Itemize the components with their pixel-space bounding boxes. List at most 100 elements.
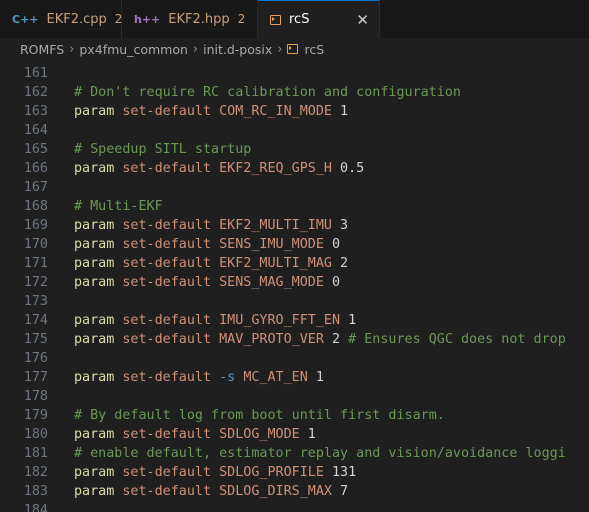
- code-line[interactable]: 182 param set-default SDLOG_PROFILE 131: [0, 463, 589, 482]
- line-number: 178: [23, 389, 48, 404]
- terminal-file-icon: [287, 44, 299, 54]
- code-line[interactable]: 163 param set-default COM_RC_IN_MODE 1: [0, 102, 589, 121]
- breadcrumb-item-px4fmu-common[interactable]: px4fmu_common: [79, 42, 187, 57]
- code-text: param set-default IMU_GYRO_FFT_EN 1: [74, 311, 356, 330]
- code-token: SENS_IMU_MODE: [219, 237, 324, 252]
- code-line[interactable]: 164: [0, 121, 589, 140]
- line-number: 179: [23, 408, 48, 423]
- code-text: # Speedup SITL startup: [74, 140, 251, 159]
- code-token: set-default: [114, 313, 220, 328]
- line-number: 182: [23, 465, 48, 480]
- code-line[interactable]: 161: [0, 64, 589, 83]
- code-token: 1: [340, 313, 357, 328]
- hpp-file-icon: h++: [134, 12, 161, 26]
- code-text: param set-default SDLOG_PROFILE 131: [74, 463, 356, 482]
- code-line[interactable]: 162 # Don't require RC calibration and co…: [0, 83, 589, 102]
- code-text: # Multi-EKF: [74, 197, 163, 216]
- cpp-file-icon: C++: [12, 12, 39, 26]
- line-number: 161: [23, 66, 48, 81]
- code-token: MC_AT_EN: [243, 370, 308, 385]
- line-number: 168: [23, 199, 48, 214]
- code-line[interactable]: 179 # By default log from boot until firs…: [0, 406, 589, 425]
- code-line[interactable]: 178: [0, 387, 589, 406]
- breadcrumb-item-rcs[interactable]: rcS: [304, 42, 324, 57]
- tab-ekf2-cpp[interactable]: C++ EKF2.cpp 2: [0, 0, 122, 38]
- code-token: param: [74, 237, 115, 252]
- line-number: 181: [23, 446, 48, 461]
- code-text: param set-default EKF2_MULTI_IMU 3: [74, 216, 348, 235]
- code-line[interactable]: 165 # Speedup SITL startup: [0, 140, 589, 159]
- line-number: 169: [23, 218, 48, 233]
- line-number: 173: [23, 294, 48, 309]
- tab-label: rcS: [289, 12, 310, 27]
- code-token: EKF2_MULTI_MAG: [219, 256, 332, 271]
- line-number: 172: [23, 275, 48, 290]
- code-text: param set-default MAV_PROTO_VER 2 # Ensu…: [74, 330, 566, 349]
- code-token: 2: [332, 256, 349, 271]
- line-number: 162: [23, 85, 48, 100]
- code-token: set-default: [114, 104, 220, 119]
- code-text: param set-default SDLOG_MODE 1: [74, 425, 316, 444]
- code-token: 0.5: [332, 161, 365, 176]
- line-number: 175: [23, 332, 48, 347]
- code-token: # By default log from boot until first d…: [74, 408, 445, 423]
- editor-tab-bar: C++ EKF2.cpp 2 h++ EKF2.hpp 2 rcS ✕: [0, 0, 589, 39]
- code-line[interactable]: 172 param set-default SENS_MAG_MODE 0: [0, 273, 589, 292]
- code-token: set-default: [114, 484, 220, 499]
- code-token: 0: [323, 275, 341, 290]
- breadcrumb-item-romfs[interactable]: ROMFS: [20, 42, 64, 57]
- code-editor[interactable]: 161 162 # Don't require RC calibration and…: [0, 60, 589, 512]
- code-line[interactable]: 180 param set-default SDLOG_MODE 1: [0, 425, 589, 444]
- code-token: param: [74, 313, 115, 328]
- tab-label: EKF2.hpp: [168, 11, 230, 27]
- code-line[interactable]: 177 param set-default -s MC_AT_EN 1: [0, 368, 589, 387]
- code-token: 0: [323, 237, 341, 252]
- code-token: set-default: [114, 370, 220, 385]
- code-token: param: [74, 275, 115, 290]
- code-line[interactable]: 169 param set-default EKF2_MULTI_IMU 3: [0, 216, 589, 235]
- code-text: # By default log from boot until first d…: [74, 406, 445, 425]
- code-token: 2: [323, 332, 349, 347]
- code-token: # Multi-EKF: [74, 199, 163, 214]
- code-text: param set-default SDLOG_DIRS_MAX 7: [74, 482, 348, 501]
- code-line[interactable]: 184: [0, 501, 589, 512]
- code-token: 7: [332, 484, 349, 499]
- close-icon[interactable]: ✕: [356, 11, 369, 29]
- line-number: 171: [23, 256, 48, 271]
- code-line[interactable]: 183 param set-default SDLOG_DIRS_MAX 7: [0, 482, 589, 501]
- code-token: set-default: [114, 332, 220, 347]
- code-line[interactable]: 168 # Multi-EKF: [0, 197, 589, 216]
- code-line[interactable]: 171 param set-default EKF2_MULTI_MAG 2: [0, 254, 589, 273]
- line-number: 170: [23, 237, 48, 252]
- code-token: param: [74, 465, 115, 480]
- code-token: set-default: [114, 161, 220, 176]
- code-token: EKF2_REQ_GPS_H: [219, 161, 332, 176]
- tab-ekf2-hpp[interactable]: h++ EKF2.hpp 2: [122, 0, 258, 38]
- code-token: param: [74, 104, 115, 119]
- code-text: param set-default SENS_MAG_MODE 0: [74, 273, 340, 292]
- code-token: param: [74, 484, 115, 499]
- line-number: 176: [23, 351, 48, 366]
- code-line[interactable]: 175 param set-default MAV_PROTO_VER 2 # E…: [0, 330, 589, 349]
- tab-rcs[interactable]: rcS ✕: [258, 0, 380, 39]
- code-line[interactable]: 166 param set-default EKF2_REQ_GPS_H 0.5: [0, 159, 589, 178]
- code-line[interactable]: 173: [0, 292, 589, 311]
- code-line[interactable]: 176: [0, 349, 589, 368]
- breadcrumb-item-init-d-posix[interactable]: init.d-posix: [203, 42, 272, 57]
- code-token: 131: [323, 465, 357, 480]
- code-line[interactable]: 181 # enable default, estimator replay an…: [0, 444, 589, 463]
- code-token: param: [74, 370, 115, 385]
- code-token: 1: [307, 370, 324, 385]
- code-line[interactable]: 170 param set-default SENS_IMU_MODE 0: [0, 235, 589, 254]
- line-number: 164: [23, 123, 48, 138]
- code-token: param: [74, 332, 115, 347]
- code-line[interactable]: 167: [0, 178, 589, 197]
- breadcrumb: ROMFS › px4fmu_common › init.d-posix › r…: [0, 38, 589, 60]
- line-number: 174: [23, 313, 48, 328]
- code-token: IMU_GYRO_FFT_EN: [219, 313, 341, 328]
- line-number: 184: [23, 503, 48, 512]
- code-line[interactable]: 174 param set-default IMU_GYRO_FFT_EN 1: [0, 311, 589, 330]
- code-token: set-default: [114, 427, 220, 442]
- code-token: # Ensures QGC does not drop: [348, 332, 566, 347]
- code-token: SDLOG_MODE: [219, 427, 300, 442]
